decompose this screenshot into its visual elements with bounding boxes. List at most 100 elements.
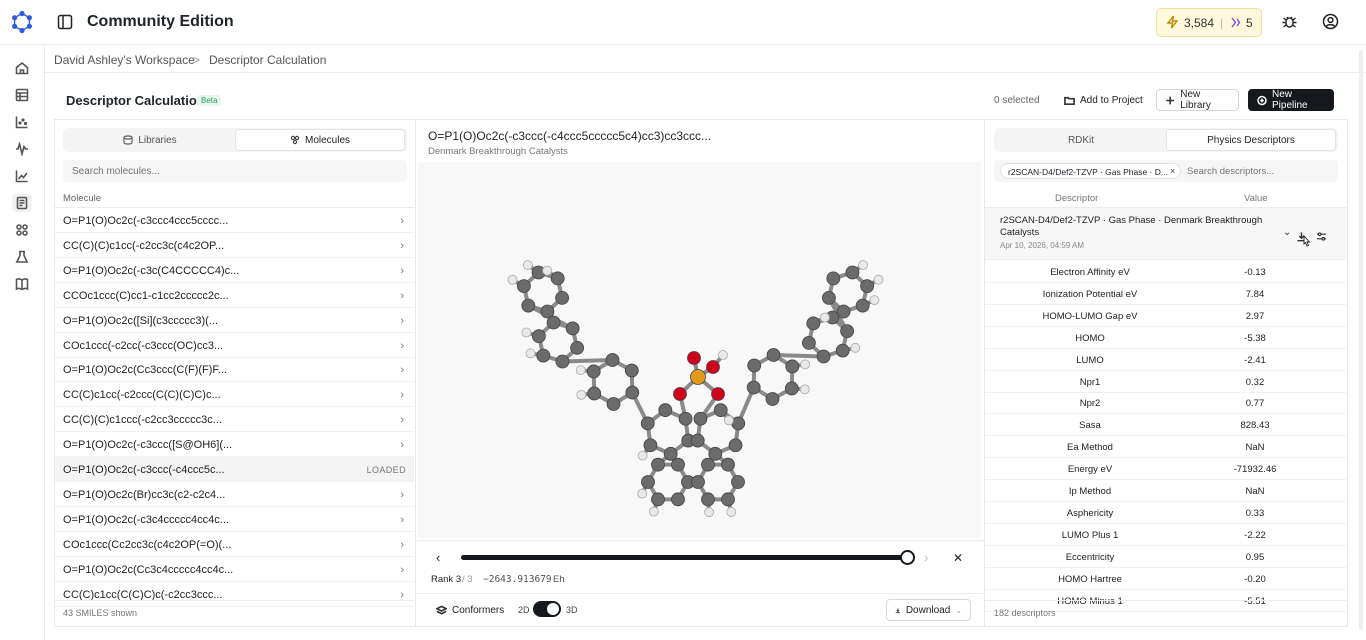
molecule-row[interactable]: O=P1(O)Oc2c(-c3ccc4ccc5cccc... ›	[55, 208, 414, 233]
descriptor-row[interactable]: HOMO-LUMO Gap eV 2.97	[985, 305, 1346, 327]
conformer-slider-track[interactable]	[461, 550, 915, 565]
molecule-row[interactable]: O=P1(O)Oc2c(-c3c4ccccc4cc4c... ›	[55, 507, 414, 532]
atom	[671, 457, 685, 472]
molecule-viewer[interactable]	[418, 162, 981, 538]
descriptor-row[interactable]: Electron Affinity eV -0.13	[985, 261, 1346, 283]
molecule-row[interactable]: O=P1(O)Oc2c(-c3ccc([S@OH6](... ›	[55, 432, 414, 458]
atom	[826, 271, 841, 286]
molecule-row[interactable]: O=P1(O)Oc2c(Cc3ccc(C(F)(F)F... ›	[55, 357, 414, 383]
molecule-row[interactable]: CC(C)c1cc(C(C)C)c(-c2cc3ccc... ›	[55, 582, 414, 607]
molecule-smiles: O=P1(O)Oc2c(-c3ccc4ccc5cccc...	[63, 215, 229, 227]
search-descriptors-input[interactable]	[1185, 162, 1335, 180]
molecule-row[interactable]: O=P1(O)Oc2c(-c3c(C4CCCCC4)c... ›	[55, 258, 414, 283]
descriptor-row[interactable]: Sasa 828.43	[985, 414, 1346, 437]
lightning-icon	[1166, 15, 1179, 32]
atom	[570, 341, 585, 355]
descriptor-row[interactable]: Npr2 0.77	[985, 392, 1346, 415]
molecule-row[interactable]: COc1ccc(Cc2cc3c(c4c2OP(=O)(... ›	[55, 532, 414, 557]
molecule-smiles: COc1ccc(-c2cc(-c3ccc(OC)cc3...	[63, 339, 224, 352]
descriptor-row[interactable]: Ea Method NaN	[985, 436, 1346, 459]
descriptor-row[interactable]: Ip Method NaN	[985, 480, 1346, 502]
chevron-right-icon[interactable]: ›	[400, 315, 404, 327]
scrollbar[interactable]	[1359, 50, 1363, 630]
table-icon[interactable]	[13, 86, 31, 104]
molecule-row[interactable]: CC(C)(C)c1ccc(-c2cc3ccccc3c... ›	[55, 407, 414, 433]
descriptor-row[interactable]: LUMO -2.41	[985, 349, 1346, 371]
atom	[525, 348, 536, 359]
chevron-right-icon[interactable]: ›	[400, 514, 404, 526]
chevron-right-icon[interactable]: ›	[400, 290, 404, 302]
app-logo-icon[interactable]	[10, 10, 34, 34]
tab-molecules[interactable]: Molecules	[235, 129, 405, 151]
chevron-right-icon[interactable]: ›	[400, 389, 404, 401]
plus-circle-icon	[1257, 95, 1267, 105]
descriptor-group-header[interactable]: r2SCAN-D4/Def2-TZVP · Gas Phase · Denmar…	[985, 208, 1346, 260]
app-title: Community Edition	[87, 13, 234, 30]
chevron-right-icon[interactable]: ›	[400, 414, 404, 426]
filter-chip[interactable]: r2SCAN-D4/Def2-TZVP · Gas Phase · D... ×	[1000, 163, 1181, 179]
view-mode-toggle[interactable]	[533, 601, 561, 617]
atom	[587, 386, 602, 401]
book-icon[interactable]	[13, 275, 31, 293]
atom	[858, 260, 868, 270]
molecule-row[interactable]: CCOc1ccc(C)cc1-c1cc2ccccc2c... ›	[55, 283, 414, 308]
descriptor-row[interactable]: LUMO Plus 1 -2.22	[985, 524, 1346, 546]
chevron-right-icon[interactable]: ›	[400, 240, 404, 252]
conformer-slider-handle[interactable]	[900, 550, 915, 565]
bug-icon[interactable]	[1281, 13, 1298, 35]
user-avatar-icon[interactable]	[1322, 13, 1339, 35]
descriptor-row[interactable]: Asphericity 0.33	[985, 502, 1346, 524]
scatter-chart-icon[interactable]	[13, 113, 31, 131]
molecule-row[interactable]: O=P1(O)Oc2c(-c3ccc(-c4ccc5c... LOADED	[55, 457, 414, 482]
molecule-row[interactable]: O=P1(O)Oc2c(Cc3c4ccccc4cc4c... ›	[55, 557, 414, 582]
spectrum-icon[interactable]	[13, 140, 31, 158]
descriptor-row[interactable]: Eccentricity 0.95	[985, 546, 1346, 568]
sidebar-toggle-icon[interactable]	[57, 14, 73, 30]
molecule-row[interactable]: COc1ccc(-c2cc(-c3ccc(OC)cc3... ›	[55, 333, 414, 358]
descriptor-calc-icon[interactable]	[12, 194, 32, 212]
descriptor-value: -5.38	[1244, 332, 1266, 344]
new-pipeline-button[interactable]: New Pipeline	[1248, 89, 1334, 111]
molecule-icon[interactable]	[13, 221, 31, 239]
line-chart-icon[interactable]	[13, 167, 31, 185]
top-bar: Community Edition 3,584 | 5	[0, 0, 1366, 45]
chevron-right-icon[interactable]: ›	[400, 364, 404, 376]
close-icon[interactable]: ✕	[953, 551, 963, 565]
descriptor-row[interactable]: HOMO Hartree -0.20	[985, 568, 1346, 590]
descriptor-row[interactable]: Ionization Potential eV 7.84	[985, 283, 1346, 305]
chevron-right-icon[interactable]: ›	[400, 439, 404, 451]
breadcrumb-workspace[interactable]: David Ashley's Workspace	[54, 53, 195, 67]
molecule-row[interactable]: CC(C)c1cc(-c2ccc(C(C)(C)C)c... ›	[55, 382, 414, 408]
molecule-3d-render[interactable]	[418, 162, 981, 538]
molecule-row[interactable]: O=P1(O)Oc2c(Br)cc3c(c2-c2c4... ›	[55, 482, 414, 507]
chevron-right-icon[interactable]: ›	[400, 265, 404, 277]
atom	[711, 387, 725, 401]
new-library-button[interactable]: New Library	[1156, 89, 1239, 111]
flask-icon[interactable]	[13, 248, 31, 266]
next-conformer-button[interactable]: ›	[924, 550, 928, 565]
tab-libraries[interactable]: Libraries	[65, 129, 235, 151]
home-icon[interactable]	[13, 59, 31, 77]
credits-badge[interactable]: 3,584 | 5	[1156, 8, 1262, 37]
chevron-right-icon[interactable]: ›	[400, 340, 404, 352]
prev-conformer-button[interactable]: ‹	[436, 550, 440, 565]
chevron-right-icon[interactable]: ›	[400, 215, 404, 227]
descriptor-row[interactable]: HOMO -5.38	[985, 327, 1346, 349]
chevron-right-icon[interactable]: ›	[400, 564, 404, 576]
chevron-down-icon[interactable]: ⌄	[1283, 227, 1291, 238]
molecule-row[interactable]: CC(C)(C)c1cc(-c2cc3c(c4c2OP... ›	[55, 233, 414, 258]
chevron-right-icon[interactable]: ›	[400, 589, 404, 601]
add-to-project-button[interactable]: Add to Project	[1056, 89, 1151, 111]
chevron-right-icon[interactable]: ›	[400, 489, 404, 501]
molecule-row[interactable]: O=P1(O)Oc2c([Si](c3ccccc3)(... ›	[55, 308, 414, 333]
tab-physics-descriptors[interactable]: Physics Descriptors	[1166, 129, 1336, 151]
conformers-button[interactable]: Conformers	[428, 599, 513, 621]
settings-sliders-icon[interactable]	[1316, 229, 1327, 247]
search-molecules-input[interactable]	[63, 160, 407, 182]
tab-rdkit[interactable]: RDKit	[996, 129, 1166, 151]
chevron-right-icon[interactable]: ›	[400, 539, 404, 551]
descriptor-row[interactable]: Npr1 0.32	[985, 371, 1346, 393]
download-button[interactable]: Download ⌄	[886, 599, 971, 621]
descriptor-row[interactable]: Energy eV -71932.46	[985, 458, 1346, 481]
chip-remove-icon[interactable]: ×	[1170, 166, 1175, 176]
